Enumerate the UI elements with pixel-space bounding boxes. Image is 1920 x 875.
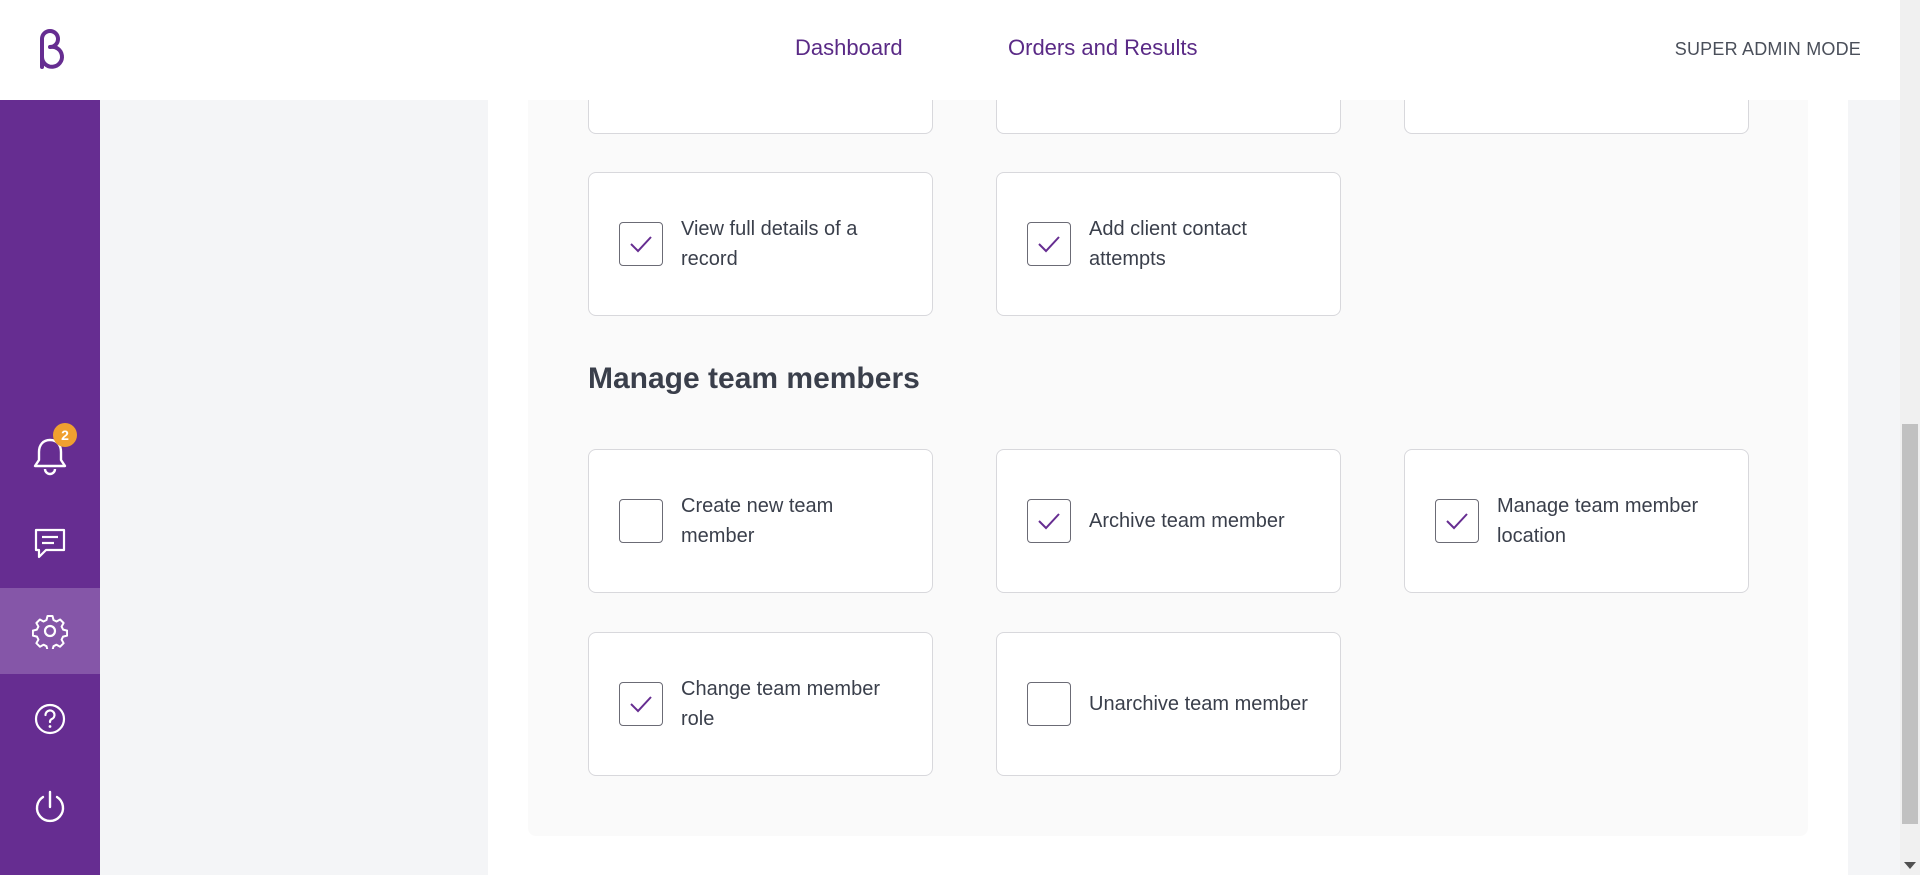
permission-card-unarchive-team-member[interactable]: Unarchive team member	[996, 632, 1341, 776]
permission-card-partial[interactable]	[588, 100, 933, 134]
check-icon	[1038, 236, 1060, 253]
permission-label: Unarchive team member	[1089, 693, 1308, 715]
permission-checkbox[interactable]	[619, 682, 663, 726]
chat-icon	[34, 528, 66, 559]
check-icon	[1446, 513, 1468, 530]
app-logo[interactable]	[0, 0, 100, 100]
messages-button[interactable]	[0, 500, 100, 586]
permission-label: Archive team member	[1089, 510, 1285, 532]
permission-label: View full details of a record	[681, 218, 858, 270]
sidebar: 2	[0, 0, 100, 875]
permission-label: Manage team member location	[1497, 495, 1699, 547]
permission-card-add-client-contact[interactable]: Add client contact attempts	[996, 172, 1341, 316]
check-icon	[630, 236, 652, 253]
scrollbar-thumb[interactable]	[1902, 424, 1918, 824]
permission-card-change-role[interactable]: Change team member role	[588, 632, 933, 776]
help-icon	[34, 703, 66, 735]
permission-checkbox[interactable]	[619, 499, 663, 543]
permission-card-partial[interactable]	[1404, 100, 1749, 134]
permission-card-manage-location[interactable]: Manage team member location	[1404, 449, 1749, 593]
permission-checkbox[interactable]	[1435, 499, 1479, 543]
logout-button[interactable]	[0, 764, 100, 850]
check-icon	[1038, 513, 1060, 530]
nav-orders-and-results[interactable]: Orders and Results	[1008, 35, 1198, 61]
scroll-down-arrow-icon[interactable]	[1904, 862, 1916, 869]
power-icon	[35, 790, 65, 823]
help-button[interactable]	[0, 676, 100, 762]
super-admin-mode-label: SUPER ADMIN MODE	[1674, 39, 1861, 59]
permission-checkbox[interactable]	[1027, 222, 1071, 266]
permission-checkbox[interactable]	[1027, 499, 1071, 543]
permission-card-partial[interactable]	[996, 100, 1341, 134]
section-title: Manage team members	[588, 362, 920, 395]
permission-card-view-full-details[interactable]: View full details of a record	[588, 172, 933, 316]
notification-badge: 2	[53, 423, 77, 447]
settings-button[interactable]	[0, 588, 100, 674]
permission-label: Change team member role	[681, 678, 880, 730]
permission-label: Create new team member	[681, 495, 834, 547]
notifications-button[interactable]: 2	[0, 412, 100, 498]
gear-icon	[32, 615, 68, 649]
permission-checkbox[interactable]	[619, 222, 663, 266]
logo-icon	[40, 29, 64, 69]
permission-card-archive-team-member[interactable]: Archive team member	[996, 449, 1341, 593]
permission-card-create-team-member[interactable]: Create new team member	[588, 449, 933, 593]
top-header: Dashboard Orders and Results SUPER ADMIN…	[100, 0, 1900, 100]
nav-dashboard[interactable]: Dashboard	[795, 35, 903, 61]
check-icon	[630, 696, 652, 713]
permission-label: Add client contact attempts	[1089, 218, 1247, 270]
permission-checkbox[interactable]	[1027, 682, 1071, 726]
